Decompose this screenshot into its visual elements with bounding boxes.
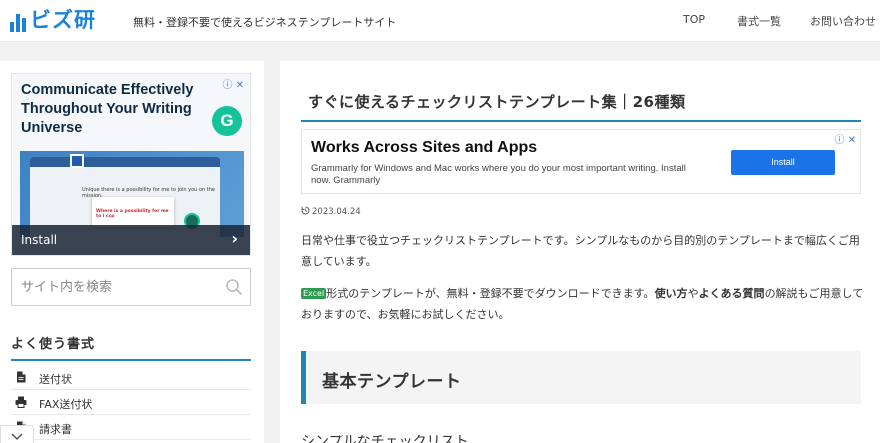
chevron-down-icon: [11, 433, 23, 441]
content-ad-description: Grammarly for Windows and Mac works wher…: [311, 163, 686, 186]
ad-info-close-icon[interactable]: ⓘ ✕: [834, 131, 856, 146]
search-input[interactable]: [12, 269, 212, 305]
sidebar-ad-title: Communicate Effectively Throughout Your …: [21, 82, 194, 136]
collapse-toggle[interactable]: [0, 425, 34, 443]
favorite-item-fax-cover[interactable]: FAX送付状: [11, 391, 251, 415]
favorite-item-cover-letter[interactable]: 送付状: [11, 366, 251, 390]
favorite-item-label: 送付状: [39, 373, 72, 386]
post-date: 2023.04.24: [301, 206, 361, 217]
site-header: ビズ研 無料・登録不要で使えるビジネステンプレートサイト TOP 書式一覧 お問…: [0, 0, 880, 42]
word-app-icon: [70, 154, 84, 168]
ad-screenshot-card-text: Where is a possibility for me to i ccp: [96, 209, 169, 219]
nav-contact-link[interactable]: お問い合わせ: [810, 13, 876, 29]
sidebar-ad-install-bar[interactable]: Install ›: [12, 225, 250, 255]
update-icon: [301, 206, 310, 215]
ad-info-close-icon[interactable]: ⓘ ✕: [222, 76, 244, 91]
document-icon: [17, 371, 26, 383]
nav-top-link[interactable]: TOP: [683, 13, 705, 26]
article-title: すぐに使えるチェックリストテンプレート集｜26種類: [301, 91, 861, 122]
printer-icon: [15, 396, 27, 408]
site-search: [11, 268, 251, 306]
section-heading-text: 基本テンプレート: [322, 372, 462, 392]
excel-badge: Excel: [301, 288, 327, 299]
sidebar: Communicate Effectively Throughout Your …: [0, 61, 264, 443]
content-ad[interactable]: Works Across Sites and Apps Grammarly fo…: [301, 129, 861, 194]
sidebar-ad-install-label: Install: [21, 233, 58, 247]
chevron-right-icon: ›: [231, 229, 238, 248]
post-date-text: 2023.04.24: [312, 207, 361, 217]
logo-bars-icon: [10, 10, 26, 32]
intro-paragraph: 日常や仕事で役立つチェックリストテンプレートです。シンプルなものから目的別のテン…: [301, 234, 860, 268]
faq-text: よくある質問: [698, 287, 765, 300]
format-text-b: や: [687, 287, 699, 300]
favorite-item-invoice[interactable]: 請求書: [11, 416, 251, 440]
favorite-item-label: FAX送付状: [39, 398, 93, 411]
section-heading: 基本テンプレート: [301, 351, 861, 404]
nav-formats-link[interactable]: 書式一覧: [737, 13, 781, 29]
ad-screenshot-toolbar: [30, 157, 220, 167]
grammarly-g-icon: G: [212, 106, 242, 136]
next-section-text: シンプルなチェックリスト: [301, 435, 469, 443]
search-icon[interactable]: [225, 278, 243, 296]
content-ad-title: Works Across Sites and Apps: [311, 139, 538, 156]
format-text-a: 形式のテンプレートが、無料・登録不要でダウンロードできます。: [326, 287, 655, 300]
main-content: すぐに使えるチェックリストテンプレート集｜26種類 Works Across S…: [280, 61, 880, 443]
logo-text: ビズ研: [30, 8, 96, 32]
content-ad-install-button[interactable]: Install: [731, 150, 835, 175]
site-logo[interactable]: ビズ研: [10, 8, 96, 32]
site-tagline: 無料・登録不要で使えるビジネステンプレートサイト: [133, 16, 397, 29]
sidebar-ad[interactable]: Communicate Effectively Throughout Your …: [11, 73, 251, 256]
format-paragraph: Excel 形式のテンプレートが、無料・登録不要でダウンロードできます。使い方やよ…: [301, 283, 866, 325]
ad-screenshot-suggestion-card: Where is a possibility for me to i ccp: [92, 197, 174, 227]
howto-text: 使い方: [654, 287, 688, 300]
favorite-item-label: 請求書: [39, 423, 72, 436]
favorites-widget-title: よく使う書式: [11, 333, 251, 361]
